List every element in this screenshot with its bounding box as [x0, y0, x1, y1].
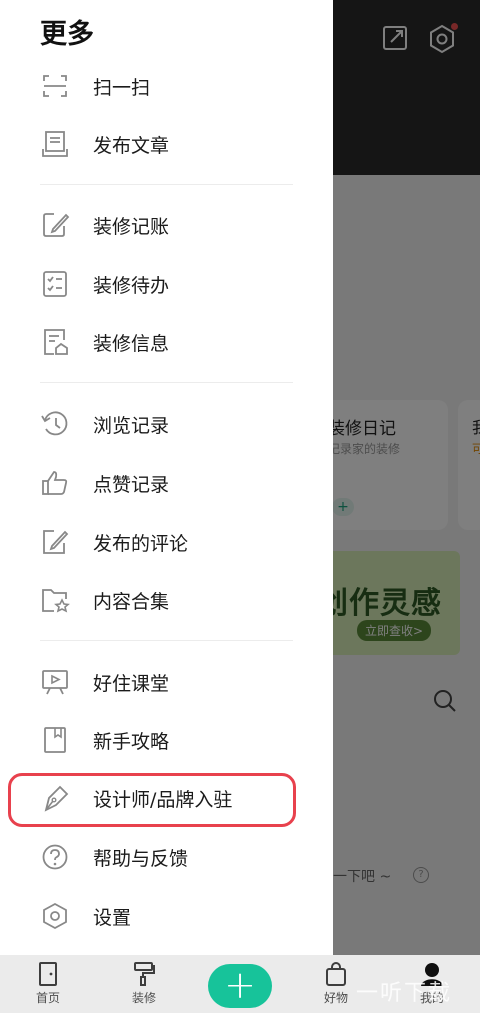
- history-icon: [41, 411, 68, 436]
- watermark: 一听下载: [356, 981, 453, 1006]
- menu-item-label: 扫一扫: [93, 77, 151, 99]
- menu-item-label: 发布的评论: [93, 533, 189, 555]
- house-info-icon: [44, 329, 68, 355]
- menu-item-label: 装修记账: [93, 216, 170, 238]
- paint-roller-icon: [134, 962, 155, 986]
- menu-item-settings[interactable]: 设置: [0, 890, 333, 942]
- menu-item-label: 好住课堂: [93, 673, 170, 695]
- menu-item-collections[interactable]: 内容合集: [0, 574, 333, 626]
- divider: [40, 640, 293, 641]
- menu-item-todo[interactable]: 装修待办: [0, 258, 333, 310]
- menu-item-label: 帮助与反馈: [93, 848, 189, 870]
- menu-item-label: 设置: [93, 907, 132, 929]
- menu-item-like-history[interactable]: 点赞记录: [0, 457, 333, 509]
- tab-label: 装修: [131, 991, 156, 1005]
- menu-item-beginner-guide[interactable]: 新手攻略: [0, 714, 333, 766]
- highlight-box: [8, 773, 296, 827]
- thumbs-up-icon: [42, 471, 68, 495]
- more-drawer: 更多 扫一扫 发布文章 装修记账 装修待办 装修信息 浏览记录 点赞记录 发布的…: [0, 0, 333, 955]
- home-door-icon: [39, 962, 57, 986]
- menu-item-label: 新手攻略: [93, 731, 170, 753]
- menu-item-bookkeeping[interactable]: 装修记账: [0, 199, 333, 251]
- publish-article-icon: [42, 131, 68, 157]
- plus-icon: +: [224, 963, 256, 1007]
- menu-item-browse-history[interactable]: 浏览记录: [0, 398, 333, 450]
- guide-book-icon: [44, 727, 66, 753]
- menu-item-label: 装修待办: [93, 275, 170, 297]
- todo-icon: [43, 271, 67, 297]
- menu-item-haozhu-class[interactable]: 好住课堂: [0, 656, 333, 708]
- drawer-title: 更多: [40, 19, 94, 50]
- menu-item-label: 点赞记录: [93, 474, 170, 496]
- menu-item-publish-article[interactable]: 发布文章: [0, 118, 333, 170]
- menu-item-label: 内容合集: [93, 591, 170, 613]
- star-folder-icon: [42, 589, 70, 613]
- menu-item-scan[interactable]: 扫一扫: [0, 60, 333, 112]
- shopping-bag-icon: [326, 962, 346, 986]
- video-class-icon: [42, 670, 68, 695]
- publish-plus-button[interactable]: +: [208, 964, 272, 1008]
- tab-home[interactable]: 首页: [18, 961, 78, 1006]
- scan-icon: [43, 75, 67, 97]
- tab-decoration[interactable]: 装修: [114, 961, 174, 1006]
- menu-item-label: 浏览记录: [93, 415, 170, 437]
- comment-edit-icon: [43, 530, 69, 554]
- menu-item-label: 发布文章: [93, 135, 170, 157]
- bookkeeping-icon: [43, 213, 70, 237]
- divider: [40, 382, 293, 383]
- settings-icon: [43, 902, 67, 930]
- menu-item-label: 装修信息: [93, 333, 170, 355]
- help-icon: [42, 844, 68, 870]
- menu-item-decoration-info[interactable]: 装修信息: [0, 316, 333, 368]
- divider: [40, 184, 293, 185]
- tab-label: 首页: [35, 991, 60, 1005]
- menu-item-my-comments[interactable]: 发布的评论: [0, 516, 333, 568]
- menu-item-help-feedback[interactable]: 帮助与反馈: [0, 831, 333, 883]
